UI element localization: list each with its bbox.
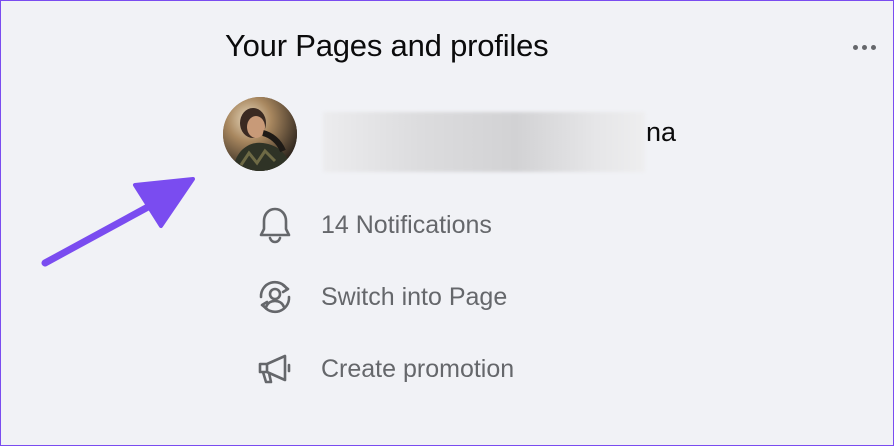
notifications-item[interactable]: 14 Notifications xyxy=(253,203,492,247)
more-options-button[interactable] xyxy=(847,37,881,57)
redacted-name-overlay xyxy=(323,112,645,172)
more-horizontal-icon xyxy=(861,44,867,50)
pages-and-profiles-panel: Your Pages and profiles na 14 Notificati… xyxy=(0,0,894,446)
more-horizontal-icon xyxy=(852,44,858,50)
page-title: Your Pages and profiles xyxy=(225,28,549,63)
more-horizontal-icon xyxy=(870,44,876,50)
avatar[interactable] xyxy=(223,97,297,171)
profile-name-suffix: na xyxy=(646,117,677,147)
switch-into-page-label: Switch into Page xyxy=(321,282,508,311)
avatar-photo xyxy=(223,97,297,171)
notifications-label: 14 Notifications xyxy=(321,210,492,239)
bell-icon xyxy=(253,203,297,247)
create-promotion-label: Create promotion xyxy=(321,354,515,383)
profile-row[interactable]: na xyxy=(223,97,683,175)
megaphone-icon xyxy=(253,347,297,391)
switch-into-page-item[interactable]: Switch into Page xyxy=(253,275,507,319)
switch-profile-icon xyxy=(253,275,297,319)
annotation-arrow-icon xyxy=(41,177,195,267)
create-promotion-item[interactable]: Create promotion xyxy=(253,347,514,391)
